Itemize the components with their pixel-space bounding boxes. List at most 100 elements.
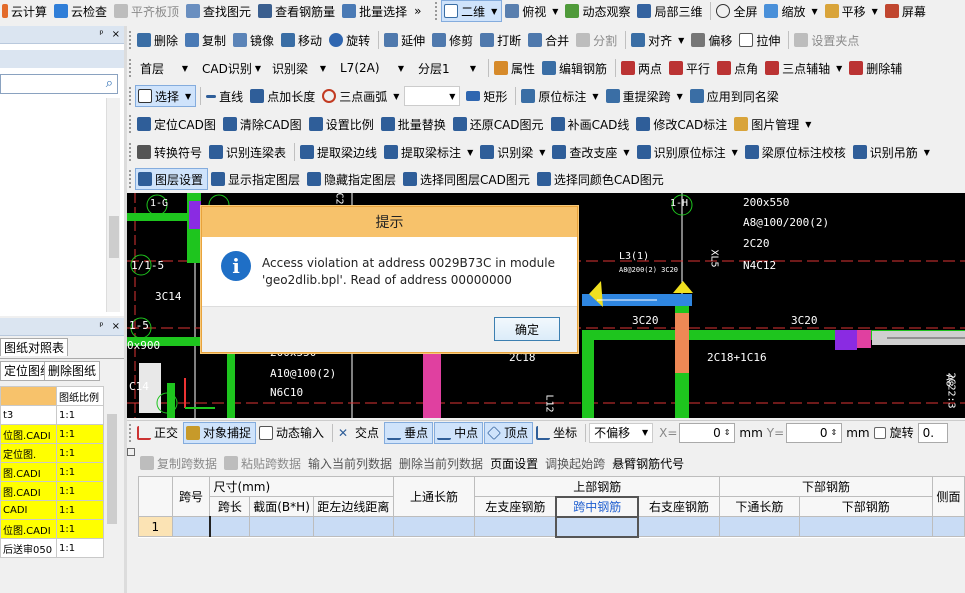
select-same-layer-button[interactable]: 选择同图层CAD图元 (401, 168, 534, 190)
re-extract-span-dropdown[interactable]: 重提梁跨 ▼ (604, 85, 687, 107)
copy-span-data-button[interactable]: 复制跨数据 (138, 452, 221, 474)
page-setup-button[interactable]: 页面设置 (488, 452, 542, 474)
floor-select[interactable]: 首层 ▼ (135, 58, 193, 78)
cell[interactable] (719, 516, 800, 537)
cloud-check-button[interactable]: 云检查 (52, 0, 111, 22)
drawing-row[interactable]: 图.CADI 1:1 (0, 462, 104, 482)
cell[interactable] (171, 516, 211, 537)
clear-cad-button[interactable]: 清除CAD图 (221, 113, 306, 135)
drawing-row[interactable]: CADI 1:1 (0, 500, 104, 520)
table-row[interactable]: 1 (138, 515, 965, 538)
coordinate-snap[interactable]: 坐标 (534, 422, 581, 444)
drawing-row[interactable]: t3 1:1 (0, 405, 104, 425)
panel-tree[interactable] (0, 98, 105, 312)
original-annotation-dropdown[interactable]: 原位标注 ▼ (519, 85, 602, 107)
recognize-beam-dropdown[interactable]: 识别梁 ▼ (478, 141, 549, 163)
layer-settings-button[interactable]: 图层设置 (135, 168, 209, 190)
intersection-snap[interactable]: ✕ 交点 (336, 422, 383, 444)
apply-same-beam-button[interactable]: 应用到同名梁 (688, 85, 783, 107)
show-layer-button[interactable]: 显示指定图层 (209, 168, 304, 190)
y-coordinate-input[interactable]: 0 ⇕ (786, 422, 843, 443)
ortho-toggle[interactable]: 正交 (135, 422, 182, 444)
three-point-arc-dropdown[interactable]: 三点画弧 ▼ (320, 85, 403, 107)
more-button[interactable]: » (412, 0, 432, 22)
cell[interactable] (798, 516, 933, 537)
rotate-checkbox[interactable] (873, 426, 886, 439)
close-icon[interactable]: × (112, 321, 120, 332)
layer-select[interactable]: 分层1 ▼ (413, 58, 481, 78)
merge-button[interactable]: 合并 (526, 29, 573, 51)
delete-button[interactable]: 删除 (135, 29, 182, 51)
panel-search-input[interactable]: ⌕ (0, 74, 118, 94)
rectangle-button[interactable]: 矩形 (464, 85, 511, 107)
midpoint-snap[interactable]: 中点 (434, 421, 484, 444)
fullscreen-button[interactable]: 全屏 (714, 0, 761, 22)
split-button[interactable]: 分割 (574, 29, 621, 51)
pin-icon[interactable]: ᵖ (99, 321, 103, 332)
edit-rebar-button[interactable]: 编辑钢筋 (540, 57, 611, 79)
tab-drawing-ref[interactable]: 图纸对照表 (0, 338, 69, 356)
cell[interactable] (208, 516, 251, 537)
dynamic-view-button[interactable]: 动态观察 (563, 0, 634, 22)
cell[interactable] (392, 516, 476, 537)
input-column-data-button[interactable]: 输入当前列数据 (306, 452, 396, 474)
col-mid-span[interactable]: 跨中钢筋 (555, 495, 639, 518)
cell[interactable] (249, 516, 314, 537)
screen-button[interactable]: 屏幕 (883, 0, 930, 22)
move-button[interactable]: 移动 (279, 29, 326, 51)
trim-button[interactable]: 修剪 (430, 29, 477, 51)
recognize-beam-select[interactable]: 识别梁 ▼ (267, 58, 331, 78)
pin-icon[interactable]: ᵖ (99, 29, 103, 40)
two-points-button[interactable]: 两点 (619, 57, 666, 79)
top-view-dropdown[interactable]: 俯视 ▼ (503, 0, 562, 22)
perpendicular-snap[interactable]: 垂点 (384, 421, 434, 444)
modify-cad-annotation-button[interactable]: 修改CAD标注 (634, 113, 731, 135)
local-3d-button[interactable]: 局部三维 (635, 0, 706, 22)
select-dropdown[interactable]: 选择 ▼ (135, 85, 197, 107)
batch-select-button[interactable]: 批量选择 (340, 0, 411, 22)
drawing-row[interactable]: 后送审050 1:1 (0, 538, 104, 558)
recognize-cont-table-button[interactable]: 识别连梁表 (207, 141, 290, 163)
swap-start-span-button[interactable]: 调换起始跨 (543, 452, 609, 474)
scroll-thumb[interactable] (107, 414, 117, 524)
scroll-thumb[interactable] (109, 216, 119, 258)
delete-aux-button[interactable]: 删除辅 (847, 57, 906, 79)
arc-type-select[interactable]: ▼ (404, 86, 461, 106)
beam-id-select[interactable]: L7(2A) ▼ (335, 58, 409, 78)
convert-symbol-button[interactable]: 转换符号 (135, 141, 206, 163)
vertex-snap[interactable]: 顶点 (484, 421, 534, 444)
drawing-list-scrollbar[interactable] (105, 386, 119, 586)
recognize-orig-annotation-dropdown[interactable]: 识别原位标注 ▼ (635, 141, 742, 163)
cad-recognize-select[interactable]: CAD识别 ▼ (197, 58, 263, 78)
mirror-button[interactable]: 镜像 (231, 29, 278, 51)
cell[interactable] (474, 516, 557, 537)
drawing-row[interactable]: 图.CADI 1:1 (0, 481, 104, 501)
object-snap-toggle[interactable]: 对象捕捉 (183, 421, 257, 444)
find-element-button[interactable]: 查找图元 (184, 0, 255, 22)
view-rebar-button[interactable]: 查看钢筋量 (256, 0, 339, 22)
flat-top-button[interactable]: 平齐板顶 (112, 0, 183, 22)
extend-button[interactable]: 延伸 (382, 29, 429, 51)
restore-cad-button[interactable]: 还原CAD图元 (451, 113, 548, 135)
delete-drawing-button[interactable]: 删除图纸 (44, 361, 101, 381)
select-same-color-button[interactable]: 选择同颜色CAD图元 (535, 168, 668, 190)
stretch-button[interactable]: 拉伸 (737, 29, 784, 51)
ok-button[interactable]: 确定 (494, 317, 560, 341)
extract-beam-edge-button[interactable]: 提取梁边线 (298, 141, 381, 163)
cell[interactable] (637, 516, 721, 537)
extract-beam-annotation-dropdown[interactable]: 提取梁标注 ▼ (382, 141, 477, 163)
batch-replace-button[interactable]: 批量替换 (379, 113, 450, 135)
check-support-dropdown[interactable]: 查改支座 ▼ (550, 141, 633, 163)
cell[interactable] (931, 516, 965, 537)
hide-layer-button[interactable]: 隐藏指定图层 (305, 168, 400, 190)
close-icon[interactable]: × (112, 29, 120, 40)
point-length-button[interactable]: 点加长度 (248, 85, 319, 107)
search-icon[interactable]: ⌕ (106, 76, 113, 91)
cell[interactable] (312, 516, 394, 537)
cloud-calc-button[interactable]: 云计算 (0, 0, 51, 22)
view-2d-dropdown[interactable]: 二维 ▼ (441, 0, 503, 22)
set-scale-button[interactable]: 设置比例 (307, 113, 378, 135)
align-dropdown[interactable]: 对齐 ▼ (629, 29, 688, 51)
three-pt-aux-dropdown[interactable]: 三点辅轴 ▼ (763, 57, 846, 79)
point-angle-button[interactable]: 点角 (715, 57, 762, 79)
